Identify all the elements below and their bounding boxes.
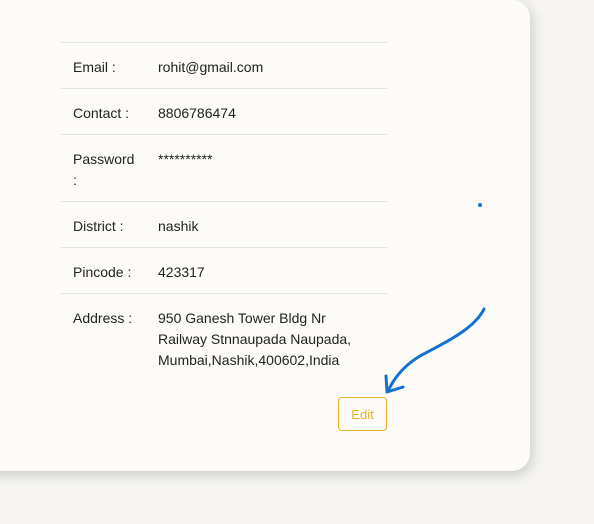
edit-button[interactable]: Edit (338, 397, 387, 431)
password-value: ********** (158, 151, 213, 167)
profile-row-address: Address : 950 Ganesh Tower Bldg Nr Railw… (61, 294, 387, 381)
district-label: District : (73, 218, 124, 234)
profile-row-district: District : nashik (61, 202, 387, 248)
contact-label: Contact : (73, 105, 130, 121)
profile-row-password: Password : ********** (61, 135, 387, 202)
address-value: 950 Ganesh Tower Bldg Nr Railway Stnnaup… (158, 310, 352, 368)
password-label: Password : (73, 151, 135, 188)
profile-row-pincode: Pincode : 423317 (61, 248, 387, 294)
email-value: rohit@gmail.com (158, 59, 264, 75)
profile-row-email: Email : rohit@gmail.com (61, 43, 387, 89)
contact-value: 8806786474 (158, 105, 236, 121)
pincode-label: Pincode : (73, 264, 132, 280)
profile-row-contact: Contact : 8806786474 (61, 89, 387, 135)
profile-details: Email : rohit@gmail.com Contact : 880678… (61, 42, 387, 381)
district-value: nashik (158, 218, 199, 234)
pincode-value: 423317 (158, 264, 205, 280)
email-label: Email : (73, 59, 116, 75)
address-label: Address : (73, 310, 133, 326)
